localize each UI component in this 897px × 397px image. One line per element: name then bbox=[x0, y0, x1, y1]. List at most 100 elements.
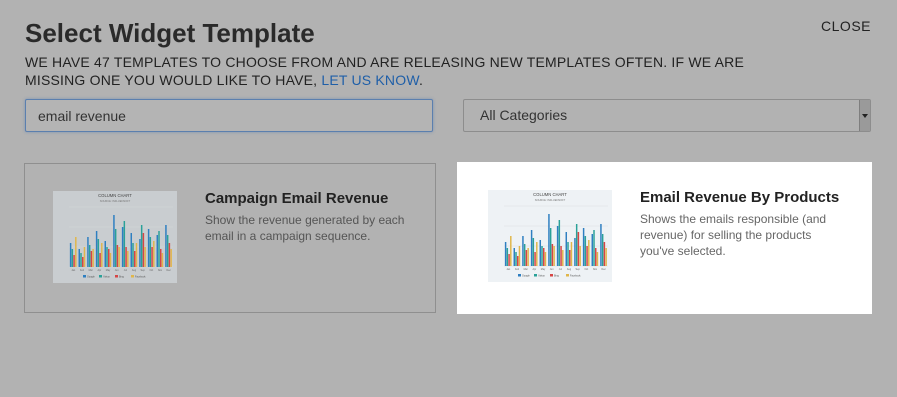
template-title: Campaign Email Revenue bbox=[205, 190, 389, 207]
x-tick-label: Jul bbox=[559, 268, 563, 271]
chart-bar bbox=[588, 240, 590, 266]
template-description: Show the revenue generated by each email… bbox=[205, 213, 405, 243]
chart-bar bbox=[536, 242, 538, 266]
x-tick-label: Aug bbox=[567, 268, 572, 271]
x-tick-label: Apr bbox=[532, 268, 536, 271]
template-card-campaign-email-revenue[interactable]: COLUMN CHART SOURCE: INFLUENSOFT Jan Feb Mar… bbox=[24, 163, 436, 313]
chart-bar bbox=[551, 244, 554, 266]
chart-bar bbox=[577, 232, 580, 266]
chart-bar bbox=[603, 242, 606, 266]
chart-bar bbox=[510, 236, 512, 266]
chart-bar bbox=[135, 243, 138, 267]
chart-bar bbox=[139, 239, 141, 267]
legend-label: Facebook bbox=[135, 275, 146, 278]
chart-bar bbox=[518, 246, 521, 266]
legend-label: Yahoo bbox=[538, 274, 545, 277]
x-tick-label: Mar bbox=[524, 268, 528, 271]
template-card-email-revenue-by-products[interactable]: COLUMN CHART SOURCE: INFLUENSOFT Jan Feb Mar… bbox=[457, 162, 872, 314]
chart-bar bbox=[605, 248, 607, 266]
chart-bar bbox=[90, 251, 93, 267]
legend-swatch bbox=[115, 275, 118, 278]
chart-bar bbox=[523, 244, 526, 266]
search-input[interactable] bbox=[25, 99, 433, 132]
chart-bar bbox=[116, 245, 119, 267]
chart-bar bbox=[151, 247, 153, 267]
legend-swatch bbox=[566, 274, 569, 277]
chart-bar bbox=[92, 249, 94, 267]
chart-bar bbox=[82, 257, 84, 267]
chart-bar bbox=[71, 249, 74, 267]
chart-bar bbox=[504, 242, 507, 266]
chart-bar bbox=[144, 247, 146, 267]
chart-bar bbox=[108, 249, 110, 267]
chart-bar bbox=[73, 255, 75, 267]
chart-bar bbox=[160, 249, 162, 267]
chart-bar bbox=[601, 234, 604, 266]
x-tick-label: Aug bbox=[132, 269, 137, 272]
chart-bar bbox=[95, 231, 98, 267]
legend-swatch bbox=[131, 275, 134, 278]
chart-bar bbox=[595, 248, 597, 266]
chart-bar bbox=[582, 228, 585, 266]
category-select-value: All Categories bbox=[480, 107, 568, 123]
chart-bar bbox=[596, 252, 599, 266]
chart-bar bbox=[579, 246, 581, 266]
x-tick-label: Feb bbox=[515, 268, 520, 271]
chart-bar bbox=[170, 249, 172, 267]
chart-bar bbox=[539, 240, 542, 266]
chart-bar bbox=[600, 224, 602, 266]
chart-bar bbox=[158, 231, 160, 267]
let-us-know-link[interactable]: LET US KNOW bbox=[321, 72, 419, 88]
legend-label: Google bbox=[87, 275, 95, 278]
chart-bar bbox=[101, 243, 103, 267]
chart-bar bbox=[161, 253, 164, 267]
chart-bar bbox=[593, 230, 595, 266]
chart-bar bbox=[570, 242, 573, 266]
chart-bar bbox=[134, 251, 136, 267]
chart-bar bbox=[104, 241, 107, 267]
chart-bar bbox=[114, 229, 117, 267]
close-button[interactable]: CLOSE bbox=[821, 18, 871, 34]
chart-bar bbox=[506, 248, 509, 266]
category-select[interactable]: All Categories bbox=[463, 99, 871, 132]
chart-bar bbox=[586, 246, 588, 266]
chart-bar bbox=[574, 238, 576, 266]
thumbnail-subtitle: SOURCE: INFLUENSOFT bbox=[100, 199, 131, 203]
chart-bar bbox=[156, 235, 159, 267]
x-tick-label: Jul bbox=[124, 269, 128, 272]
widget-template-modal: CLOSE Select Widget Template WE HAVE 47 … bbox=[0, 0, 897, 397]
chart-bar bbox=[553, 246, 555, 266]
chart-bar bbox=[123, 221, 126, 267]
legend-label: Bing bbox=[119, 275, 124, 278]
chart-bar bbox=[127, 251, 129, 267]
thumbnail-title: COLUMN CHART bbox=[533, 192, 567, 197]
legend-swatch bbox=[99, 275, 102, 278]
chart-bar bbox=[567, 242, 569, 266]
chart-bar bbox=[584, 236, 587, 266]
chart-bar bbox=[118, 247, 120, 267]
chart-bar bbox=[565, 232, 568, 266]
chart-bar bbox=[109, 253, 112, 267]
x-tick-label: Sep bbox=[576, 268, 581, 271]
chart-bar bbox=[106, 247, 108, 267]
chevron-down-icon[interactable] bbox=[859, 100, 870, 131]
x-tick-label: Feb bbox=[80, 269, 85, 272]
chart-bar bbox=[99, 253, 101, 267]
page-title: Select Widget Template bbox=[25, 18, 315, 48]
chart-thumbnail: COLUMN CHARTSOURCE: INFLUENSOFT Jan Feb Mar… bbox=[53, 191, 177, 283]
chart-bar bbox=[591, 234, 594, 266]
legend-swatch bbox=[518, 274, 521, 277]
subtitle-end: . bbox=[418, 72, 424, 88]
chart-bar bbox=[556, 226, 559, 266]
chart-bar bbox=[78, 249, 81, 267]
chart-bar bbox=[560, 246, 562, 266]
chart-bar bbox=[569, 250, 571, 266]
chart-bar bbox=[113, 215, 115, 267]
x-tick-label: Jun bbox=[115, 269, 120, 272]
chart-bar bbox=[541, 246, 543, 266]
x-tick-label: Oct bbox=[584, 268, 588, 271]
chart-bar bbox=[548, 214, 550, 266]
x-tick-label: May bbox=[541, 268, 546, 271]
x-tick-label: Jan bbox=[506, 268, 511, 271]
chart-bar bbox=[142, 233, 145, 267]
